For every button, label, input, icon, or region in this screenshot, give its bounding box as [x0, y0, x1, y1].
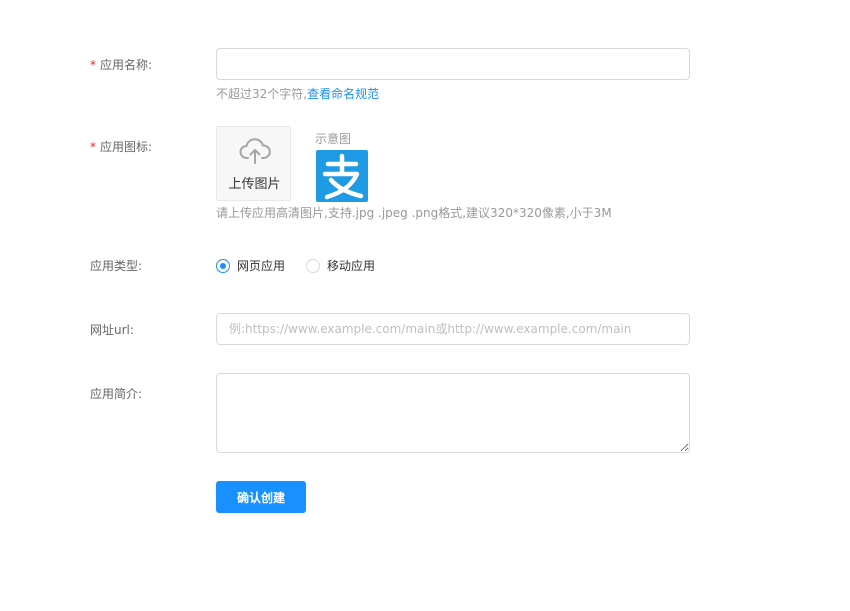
required-mark: *: [90, 58, 96, 72]
radio-checked-icon: [216, 259, 230, 273]
naming-rules-link[interactable]: 查看命名规范: [307, 87, 379, 101]
app-name-input[interactable]: [216, 48, 690, 80]
app-type-label: 应用类型:: [90, 259, 143, 273]
alipay-logo-icon: [316, 150, 368, 202]
radio-unchecked-icon: [306, 259, 320, 273]
url-label: 网址url:: [90, 323, 134, 337]
required-mark: *: [90, 140, 96, 154]
cloud-upload-icon: [239, 138, 271, 164]
app-name-hint: 不超过32个字符,查看命名规范: [216, 87, 380, 101]
app-name-label: * 应用名称:: [90, 58, 153, 72]
upload-image-button[interactable]: 上传图片: [216, 126, 291, 201]
confirm-create-button[interactable]: 确认创建: [216, 481, 306, 513]
create-app-form: * 应用名称: 不超过32个字符,查看命名规范 * 应用图标: 上传图片 示意图 请…: [0, 0, 850, 611]
url-input[interactable]: [216, 313, 690, 345]
description-label: 应用简介:: [90, 387, 143, 401]
example-label: 示意图: [315, 132, 352, 146]
upload-label: 上传图片: [228, 177, 281, 192]
alipay-glyph-icon: [322, 153, 364, 200]
app-icon-label: * 应用图标:: [90, 140, 153, 154]
app-icon-hint: 请上传应用高清图片,支持.jpg .jpeg .png格式,建议320*320像…: [216, 206, 612, 220]
description-textarea[interactable]: [216, 373, 690, 453]
